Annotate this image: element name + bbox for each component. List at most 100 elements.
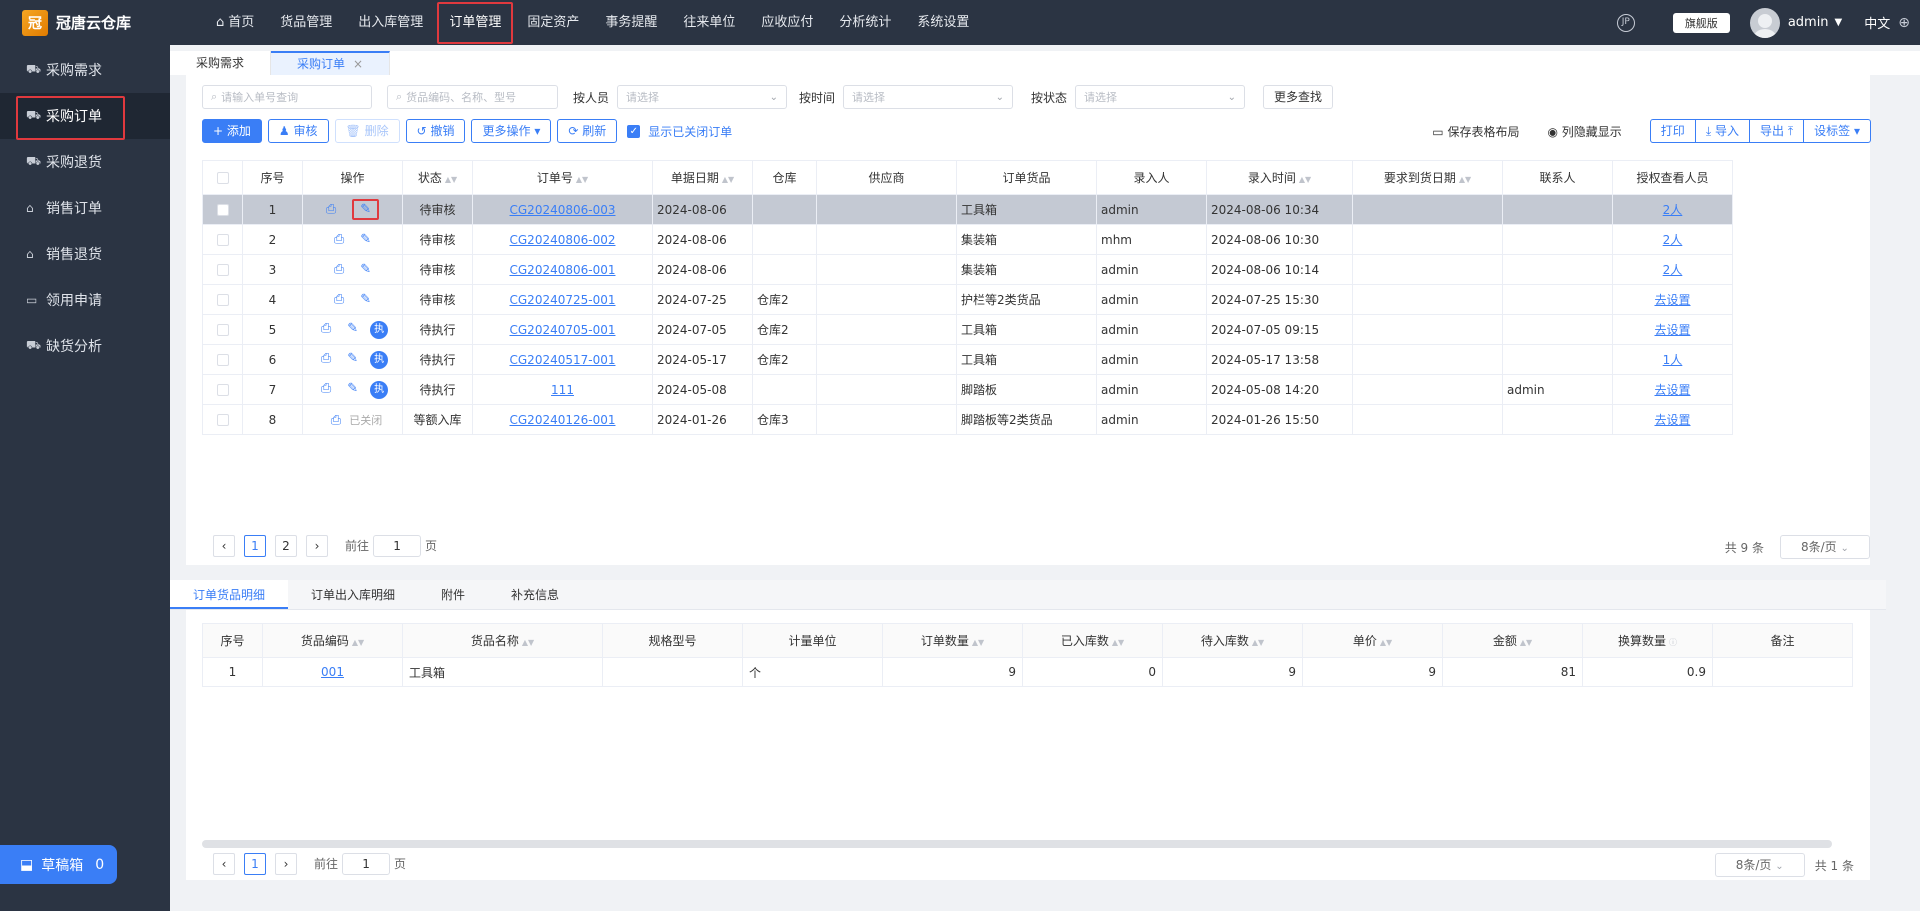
nav-goods[interactable]: 货品管理: [268, 6, 344, 40]
status-select[interactable]: 请选择 ⌄: [1075, 85, 1246, 109]
row-checkbox[interactable]: [202, 284, 243, 315]
nav-assets[interactable]: 固定资产: [515, 6, 591, 40]
table-row[interactable]: 2 ⎙ ✎ 待审核 CG20240806-002 2024-08-06 集装箱 mhm 2024…: [202, 224, 1733, 255]
language-switch[interactable]: 中文: [1864, 13, 1890, 32]
print-icon[interactable]: ⎙: [334, 232, 344, 247]
import-button[interactable]: ⤓ 导入: [1694, 119, 1750, 143]
more-search-button[interactable]: 更多查找: [1263, 85, 1334, 109]
page-1[interactable]: 1: [244, 535, 266, 557]
edit-icon[interactable]: ✎: [360, 232, 371, 247]
nav-ar-ap[interactable]: 应收应付: [749, 6, 825, 40]
tab-order-goods[interactable]: 订单货品明细: [170, 580, 289, 609]
auth-link[interactable]: 2人: [1663, 203, 1683, 217]
nav-partners[interactable]: 往来单位: [671, 6, 747, 40]
row-checkbox[interactable]: [202, 314, 243, 345]
caret-down-icon[interactable]: ▼: [1835, 17, 1843, 28]
tab-purchase-order[interactable]: 采购订单 ×: [271, 51, 391, 75]
print-button[interactable]: 打印: [1649, 119, 1696, 143]
order-no-search[interactable]: ⌕ 请输入单号查询: [202, 85, 372, 109]
nav-analytics[interactable]: 分析统计: [827, 6, 903, 40]
revoke-button[interactable]: ↺ 撤销: [405, 119, 466, 143]
order-no-link[interactable]: 111: [551, 383, 574, 397]
nav-reminders[interactable]: 事务提醒: [593, 6, 669, 40]
next-page-button[interactable]: ›: [306, 535, 328, 557]
row-checkbox[interactable]: [202, 344, 243, 375]
col-qty[interactable]: 订单数量 ▲▼: [882, 623, 1023, 658]
username[interactable]: admin: [1788, 15, 1829, 30]
col-amount[interactable]: 金额 ▲▼: [1442, 623, 1583, 658]
auth-link[interactable]: 2人: [1663, 233, 1683, 247]
order-no-link[interactable]: CG20240517-001: [510, 353, 616, 367]
execute-button[interactable]: 执: [370, 350, 389, 369]
save-layout-button[interactable]: ▭ 保存表格布局: [1432, 123, 1519, 140]
row-checkbox[interactable]: [202, 404, 243, 435]
page-1[interactable]: 1: [244, 853, 266, 875]
table-row[interactable]: 4 ⎙ ✎ 待审核 CG20240725-001 2024-07-25 仓库2 护栏等2类货品…: [202, 284, 1733, 315]
prev-page-button[interactable]: ‹: [213, 853, 235, 875]
draft-box-button[interactable]: ⬓ 草稿箱 0: [0, 845, 117, 884]
avatar[interactable]: [1749, 7, 1780, 38]
next-page-button[interactable]: ›: [275, 853, 297, 875]
row-checkbox[interactable]: [202, 194, 243, 225]
person-select[interactable]: 请选择 ⌄: [617, 85, 788, 109]
table-row[interactable]: 1 ⎙ ✎ 待审核 CG20240806-003 2024-08-06 工具箱 admin 20…: [202, 194, 1733, 225]
edit-icon[interactable]: ✎: [352, 199, 380, 220]
auth-link[interactable]: 去设置: [1654, 293, 1690, 307]
print-icon[interactable]: ⎙: [326, 202, 336, 217]
auth-link[interactable]: 2人: [1663, 263, 1683, 277]
print-icon[interactable]: ⎙: [334, 262, 344, 277]
order-no-link[interactable]: CG20240806-001: [510, 263, 616, 277]
table-row[interactable]: 7 ⎙ ✎ 执待执行 111 2024-05-08 脚踏板 admin 2024-05-08 1…: [202, 374, 1733, 405]
edit-icon[interactable]: ✎: [347, 321, 358, 336]
tab-order-io[interactable]: 订单出入库明细: [288, 580, 418, 609]
tab-purchase-demand[interactable]: 采购需求: [170, 51, 272, 75]
nav-stock-io[interactable]: 出入库管理: [346, 6, 435, 40]
auth-link[interactable]: 去设置: [1654, 323, 1690, 337]
set-label-button[interactable]: 设标签 ▾: [1803, 119, 1871, 143]
order-no-link[interactable]: CG20240725-001: [510, 293, 616, 307]
sidebar-item-shortage[interactable]: ⛟ 缺货分析: [0, 323, 170, 369]
prev-page-button[interactable]: ‹: [213, 535, 235, 557]
more-ops-button[interactable]: 更多操作 ▾: [471, 119, 552, 143]
select-all-checkbox[interactable]: [202, 160, 243, 195]
horizontal-scrollbar[interactable]: [202, 840, 1832, 848]
print-icon[interactable]: ⎙: [331, 413, 341, 428]
theme-icon[interactable]: JP: [1616, 13, 1635, 32]
col-conv[interactable]: 换算数量 ⓘ: [1582, 623, 1713, 658]
col-code[interactable]: 货品编码 ▲▼: [262, 623, 403, 658]
nav-home[interactable]: ⌂ 首页: [204, 6, 266, 40]
sidebar-item-requisition[interactable]: ▭ 领用申请: [0, 277, 170, 323]
execute-button[interactable]: 执: [370, 380, 389, 399]
col-due[interactable]: 要求到货日期 ▲▼: [1352, 160, 1503, 195]
col-name[interactable]: 货品名称 ▲▼: [402, 623, 603, 658]
nav-settings[interactable]: 系统设置: [905, 6, 981, 40]
row-checkbox[interactable]: [202, 254, 243, 285]
col-status[interactable]: 状态 ▲▼: [402, 160, 473, 195]
table-row[interactable]: 1 001 工具箱 个 9 0 9 9 81 0.9: [202, 657, 1853, 687]
refresh-button[interactable]: ⟳ 刷新: [557, 119, 618, 143]
col-price[interactable]: 单价 ▲▼: [1302, 623, 1443, 658]
execute-button[interactable]: 执: [370, 320, 389, 339]
logo[interactable]: 冠 冠唐云仓库: [0, 0, 170, 45]
close-icon[interactable]: ×: [353, 57, 363, 71]
nav-orders[interactable]: 订单管理: [437, 1, 514, 44]
approve-button[interactable]: ♟ 审核: [267, 119, 329, 143]
hide-columns-button[interactable]: ◉ 列隐藏显示: [1547, 123, 1621, 140]
sidebar-item-purchase-order[interactable]: ⛟ 采购订单: [0, 93, 170, 140]
auth-link[interactable]: 1人: [1663, 353, 1683, 367]
page-size-select[interactable]: 8条/页 ⌄: [1714, 853, 1805, 877]
sidebar-item-sales-return[interactable]: ⌂ 销售退货: [0, 231, 170, 277]
print-icon[interactable]: ⎙: [321, 381, 331, 396]
tab-extra-info[interactable]: 补充信息: [488, 580, 582, 609]
sidebar-item-purchase-return[interactable]: ⛟ 采购退货: [0, 139, 170, 185]
table-row[interactable]: 6 ⎙ ✎ 执待执行 CG20240517-001 2024-05-17 仓库2 工具箱 adm…: [202, 344, 1733, 375]
col-pending[interactable]: 待入库数 ▲▼: [1162, 623, 1303, 658]
order-no-link[interactable]: CG20240126-001: [510, 413, 616, 427]
edit-icon[interactable]: ✎: [347, 381, 358, 396]
globe-icon[interactable]: ⊕: [1898, 15, 1910, 31]
table-row[interactable]: 8 ⎙ 已关闭 等额入库 CG20240126-001 2024-01-26 仓库3 脚踏板等…: [202, 404, 1733, 435]
order-no-link[interactable]: CG20240806-002: [510, 233, 616, 247]
print-icon[interactable]: ⎙: [321, 351, 331, 366]
tab-attachments[interactable]: 附件: [418, 580, 488, 609]
auth-link[interactable]: 去设置: [1654, 383, 1690, 397]
